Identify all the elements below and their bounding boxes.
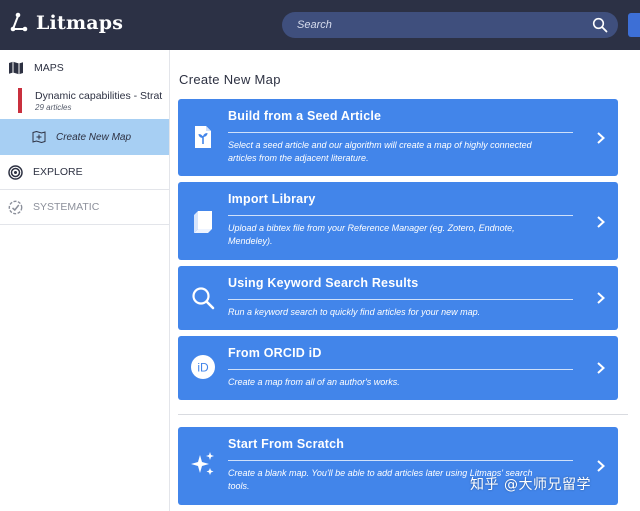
search-bar[interactable] [282,12,618,38]
card-title: Start From Scratch [228,437,345,451]
import-library-card[interactable]: Import Library Upload a bibtex file from… [178,182,618,260]
systematic-gauge-icon [8,200,23,214]
sidebar-item-maps[interactable]: MAPS [0,50,169,86]
map-color-marker [18,88,22,113]
card-divider [228,299,573,300]
app-name: Litmaps [36,12,124,34]
sidebar-item-create-new-map[interactable]: Create New Map [0,119,169,155]
sidebar-item-label: MAPS [34,62,64,74]
card-description: Upload a bibtex file from your Reference… [228,223,515,246]
sparkles-icon [190,451,216,477]
keyword-search-card[interactable]: Using Keyword Search Results Run a keywo… [178,266,618,330]
card-divider [228,132,573,133]
library-book-icon [190,209,216,235]
map-icon [9,61,23,75]
sidebar-item-systematic[interactable]: SYSTEMATIC [0,190,169,225]
card-description: Create a map from all of an author's wor… [228,377,400,387]
chevron-right-icon [597,216,605,228]
page-title: Create New Map [179,72,281,87]
new-map-icon [32,131,46,143]
orcid-icon: iD [190,354,216,380]
card-divider [228,460,573,461]
account-button[interactable] [628,13,640,37]
card-title: From ORCID iD [228,346,322,360]
card-divider [228,369,573,370]
map-title: Dynamic capabilities - Strat [35,90,163,102]
seed-article-icon [190,124,216,150]
section-divider [178,414,628,415]
orcid-badge-text: iD [197,361,209,375]
watermark: 知乎 @大师兄留学 [470,477,591,493]
card-title: Import Library [228,192,316,206]
search-icon[interactable] [592,17,608,33]
main-content: Create New Map Build from a Seed Article… [178,50,640,511]
chevron-right-icon [597,292,605,304]
sidebar-item-label: SYSTEMATIC [33,201,100,213]
sidebar: MAPS Dynamic capabilities - Strat 29 art… [0,50,170,511]
card-description: Select a seed article and our algorithm … [228,140,532,163]
sidebar-item-label: Create New Map [56,131,132,143]
top-bar: Litmaps [0,0,640,50]
seed-article-card[interactable]: Build from a Seed Article Select a seed … [178,99,618,176]
orcid-card[interactable]: iD From ORCID iD Create a map from all o… [178,336,618,400]
sidebar-item-explore[interactable]: EXPLORE [0,155,169,190]
litmaps-logo-icon [10,12,28,32]
explore-target-icon [8,164,23,180]
card-description: Run a keyword search to quickly find art… [228,307,481,317]
sidebar-item-label: EXPLORE [33,166,83,178]
chevron-right-icon [597,362,605,374]
chevron-right-icon [597,460,605,472]
sidebar-map-entry[interactable]: Dynamic capabilities - Strat 29 articles [0,86,169,116]
card-divider [228,215,573,216]
app-logo[interactable]: Litmaps [10,12,123,34]
card-title: Build from a Seed Article [228,109,382,123]
chevron-right-icon [597,132,605,144]
map-article-count: 29 articles [35,103,72,112]
card-title: Using Keyword Search Results [228,276,419,290]
search-input[interactable] [297,19,577,31]
magnifier-icon [190,285,216,311]
